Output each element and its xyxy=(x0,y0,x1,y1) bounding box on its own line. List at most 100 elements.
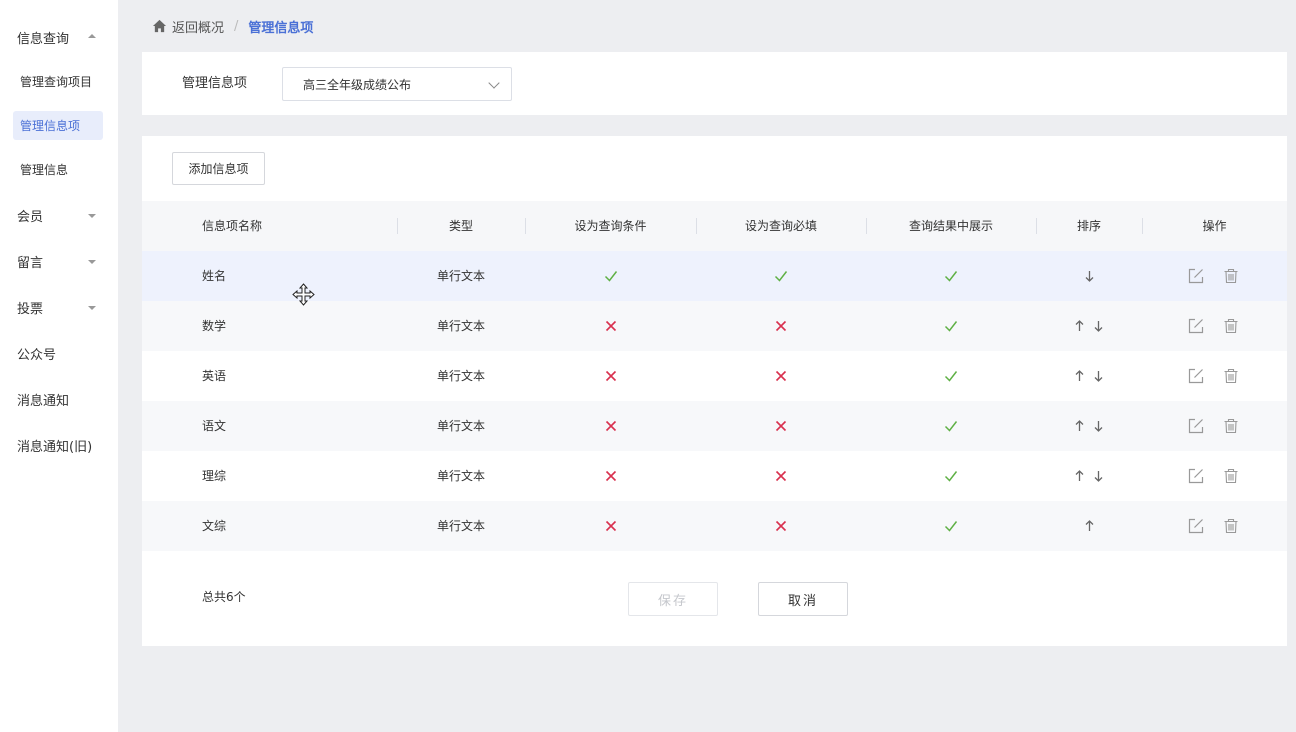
cell-actions xyxy=(1188,301,1239,351)
sidebar-item-label: 会员 xyxy=(17,209,44,225)
cross-icon xyxy=(775,470,787,482)
breadcrumb-separator: / xyxy=(234,18,239,34)
cross-icon xyxy=(775,420,787,432)
cell-item-name: 文综 xyxy=(202,519,227,533)
total-count: 总共6个 xyxy=(202,590,246,604)
sidebar-item-label: 留言 xyxy=(17,255,44,271)
breadcrumb-back-link[interactable]: 返回概况 xyxy=(172,17,224,36)
home-icon[interactable] xyxy=(152,19,167,33)
cell-item-type: 单行文本 xyxy=(436,319,485,333)
arrow-down-icon[interactable] xyxy=(1093,469,1104,483)
cell-show-in-result xyxy=(866,451,1036,501)
sidebar-subitem-label: 管理查询项目 xyxy=(20,75,93,89)
check-icon xyxy=(944,371,958,382)
sidebar-item-info-query[interactable]: 信息查询 xyxy=(0,20,118,54)
caret-down-icon xyxy=(88,214,96,218)
table-row[interactable]: 文综 单行文本 xyxy=(142,501,1287,551)
arrow-up-icon[interactable] xyxy=(1074,319,1085,333)
filter-label: 管理信息项 xyxy=(182,76,248,91)
select-value: 高三全年级成绩公布 xyxy=(303,77,412,92)
sidebar-item-notifications[interactable]: 消息通知 xyxy=(0,382,118,416)
cross-icon xyxy=(605,470,616,482)
edit-icon[interactable] xyxy=(1188,368,1204,384)
arrow-up-icon[interactable] xyxy=(1074,419,1085,433)
arrow-up-icon[interactable] xyxy=(1074,369,1085,383)
sidebar-item-label: 消息通知 xyxy=(17,393,70,409)
sidebar-item-messages[interactable]: 留言 xyxy=(0,244,118,278)
breadcrumb: 返回概况 / 管理信息项 xyxy=(152,16,313,36)
cell-show-in-result xyxy=(866,401,1036,451)
cell-sort xyxy=(1036,401,1142,451)
sidebar: 信息查询 管理查询项目 管理信息项 管理信息 会员 留言 投票 公众号 消息通知… xyxy=(0,0,118,732)
trash-icon[interactable] xyxy=(1223,268,1239,284)
column-header-actions: 操作 xyxy=(1202,219,1227,233)
table-card: 添加信息项 信息项名称 类型 设为查询条件 设为查询必填 查询结果中展示 排序 … xyxy=(142,136,1287,646)
arrow-down-icon[interactable] xyxy=(1093,319,1104,333)
sidebar-item-members[interactable]: 会员 xyxy=(0,198,118,232)
trash-icon[interactable] xyxy=(1223,318,1239,334)
sidebar-subitem-manage-query-items[interactable]: 管理查询项目 xyxy=(13,67,103,96)
check-icon xyxy=(604,271,617,282)
cell-required xyxy=(696,501,866,551)
column-header-query-condition: 设为查询条件 xyxy=(574,219,647,233)
cell-sort xyxy=(1036,451,1142,501)
caret-down-icon xyxy=(88,306,96,310)
cell-query-condition xyxy=(525,401,696,451)
cell-actions xyxy=(1188,251,1239,301)
save-button[interactable]: 保存 xyxy=(628,582,718,616)
table-row[interactable]: 语文 单行文本 xyxy=(142,401,1287,451)
breadcrumb-current: 管理信息项 xyxy=(248,20,314,36)
edit-icon[interactable] xyxy=(1188,468,1204,484)
add-info-item-button[interactable]: 添加信息项 xyxy=(172,152,265,185)
cell-item-name: 语文 xyxy=(202,419,227,433)
caret-up-icon xyxy=(88,34,96,38)
arrow-down-icon[interactable] xyxy=(1084,269,1095,283)
cell-query-condition xyxy=(525,251,696,301)
cell-item-type: 单行文本 xyxy=(436,469,485,483)
cross-icon xyxy=(605,520,616,532)
cancel-button[interactable]: 取消 xyxy=(758,582,848,616)
trash-icon[interactable] xyxy=(1223,518,1239,534)
move-cursor-icon xyxy=(292,283,315,306)
cell-actions xyxy=(1188,451,1239,501)
trash-icon[interactable] xyxy=(1223,418,1239,434)
column-header-required: 设为查询必填 xyxy=(744,219,817,233)
cell-item-name: 理综 xyxy=(202,469,227,483)
trash-icon[interactable] xyxy=(1223,468,1239,484)
trash-icon[interactable] xyxy=(1223,368,1239,384)
cell-item-name: 姓名 xyxy=(202,269,227,283)
arrow-down-icon[interactable] xyxy=(1093,369,1104,383)
check-icon xyxy=(944,271,958,282)
table-row[interactable]: 数学 单行文本 xyxy=(142,301,1287,351)
edit-icon[interactable] xyxy=(1188,418,1204,434)
sidebar-item-notifications-old[interactable]: 消息通知(旧) xyxy=(0,428,118,462)
column-header-name: 信息项名称 xyxy=(202,219,263,233)
query-project-select[interactable]: 高三全年级成绩公布 xyxy=(282,67,512,101)
cell-show-in-result xyxy=(866,501,1036,551)
table-row[interactable]: 英语 单行文本 xyxy=(142,351,1287,401)
cell-required xyxy=(696,451,866,501)
edit-icon[interactable] xyxy=(1188,518,1204,534)
arrow-up-icon[interactable] xyxy=(1084,519,1095,533)
sidebar-item-label: 消息通知(旧) xyxy=(17,439,93,455)
chevron-down-icon xyxy=(488,77,500,89)
sidebar-item-vote[interactable]: 投票 xyxy=(0,290,118,324)
cell-query-condition xyxy=(525,301,696,351)
edit-icon[interactable] xyxy=(1188,268,1204,284)
cell-sort xyxy=(1036,501,1142,551)
cell-query-condition xyxy=(525,451,696,501)
sidebar-subitem-label: 管理信息项 xyxy=(20,119,81,133)
sidebar-item-official-account[interactable]: 公众号 xyxy=(0,336,118,370)
arrow-down-icon[interactable] xyxy=(1093,419,1104,433)
sidebar-subitem-manage-info[interactable]: 管理信息 xyxy=(13,155,103,184)
cell-actions xyxy=(1188,501,1239,551)
sidebar-subitem-manage-info-items[interactable]: 管理信息项 xyxy=(13,111,103,140)
cross-icon xyxy=(775,520,787,532)
column-header-show-in-result: 查询结果中展示 xyxy=(908,219,993,233)
arrow-up-icon[interactable] xyxy=(1074,469,1085,483)
table-header: 信息项名称 类型 设为查询条件 设为查询必填 查询结果中展示 排序 操作 xyxy=(142,201,1287,251)
cross-icon xyxy=(605,370,616,382)
table-row[interactable]: 理综 单行文本 xyxy=(142,451,1287,501)
cell-item-type: 单行文本 xyxy=(436,269,485,283)
edit-icon[interactable] xyxy=(1188,318,1204,334)
